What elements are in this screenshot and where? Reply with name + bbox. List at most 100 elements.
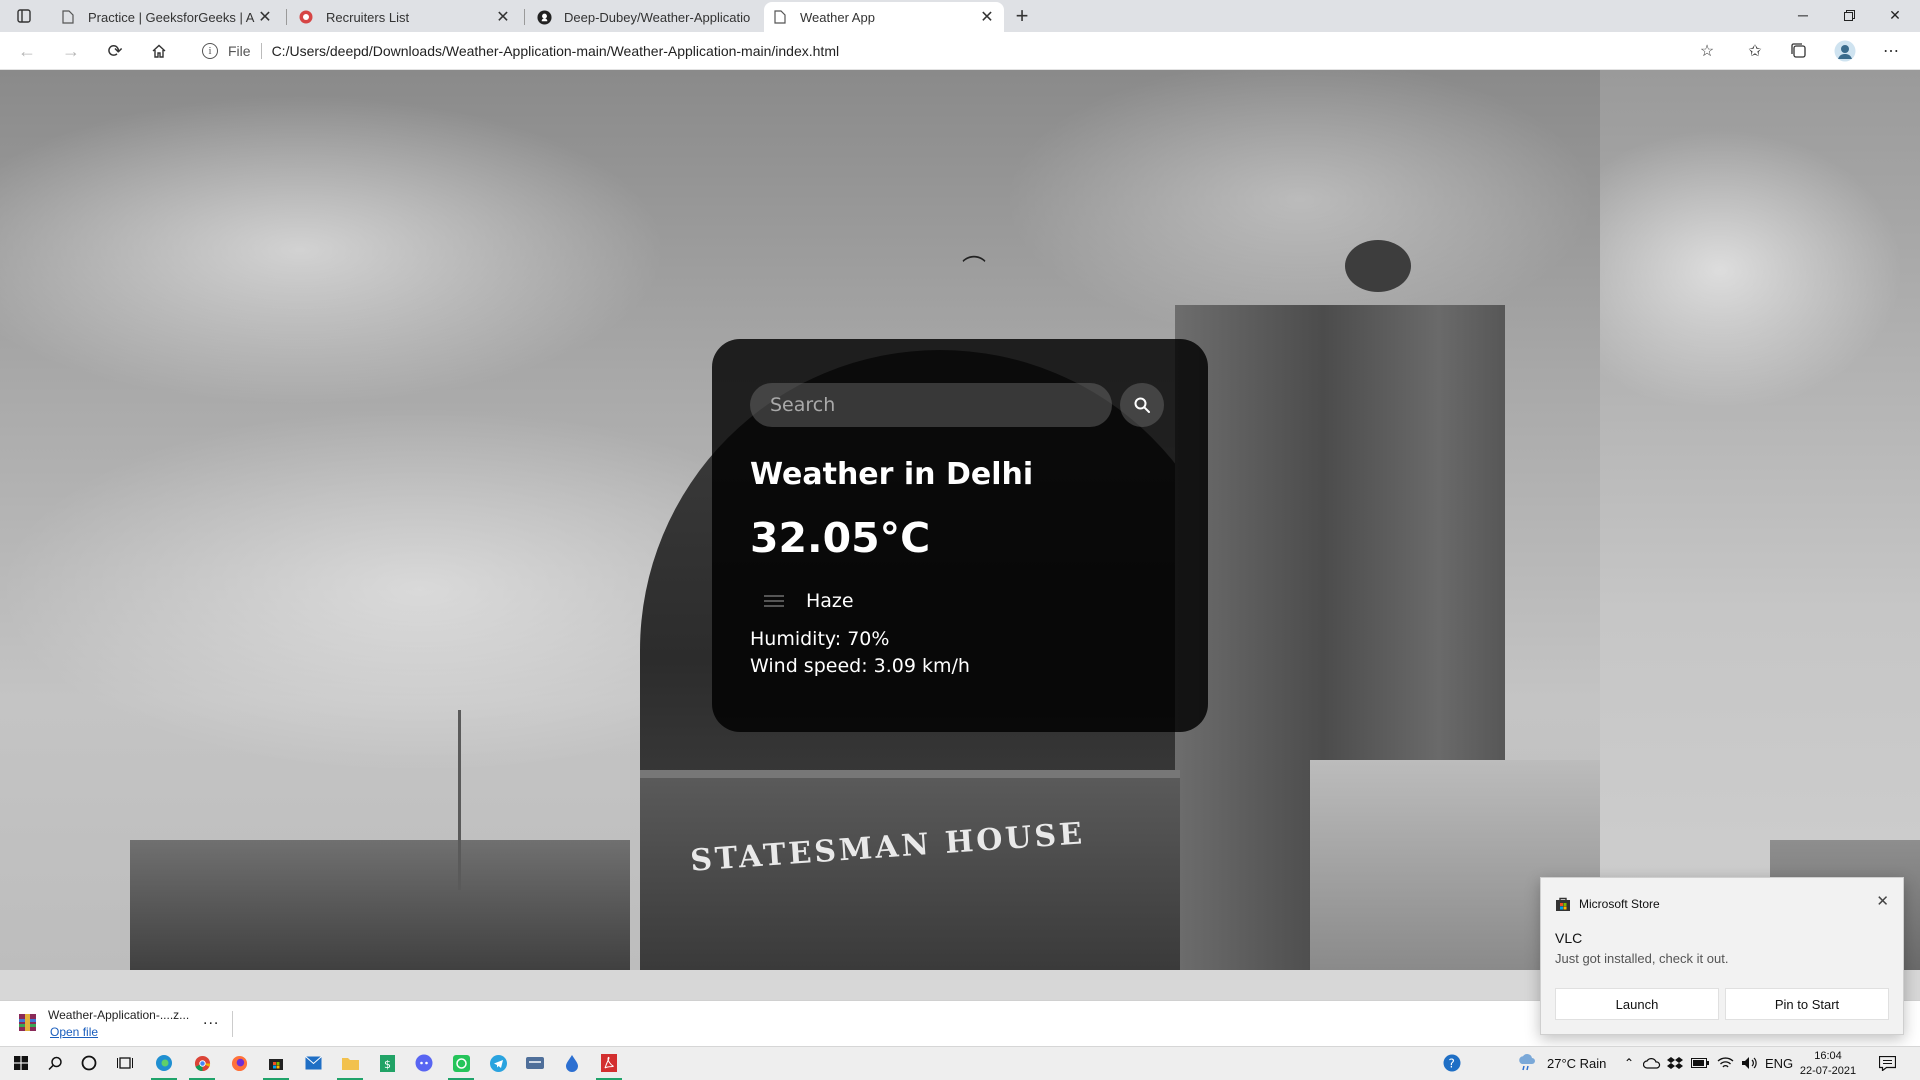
- folder-icon: [341, 1058, 359, 1070]
- taskbar-chrome[interactable]: [191, 1052, 213, 1074]
- onedrive-icon[interactable]: [1641, 1052, 1663, 1074]
- svg-text:$: $: [384, 1058, 391, 1071]
- tab-github-repo[interactable]: Deep-Dubey/Weather-Applicatio: [528, 2, 762, 32]
- open-file-link[interactable]: Open file: [50, 1025, 98, 1039]
- input-language[interactable]: ENG: [1765, 1056, 1793, 1071]
- taskbar-drop-app[interactable]: [561, 1052, 583, 1074]
- toast-app-name: Microsoft Store: [1579, 897, 1660, 911]
- satellite-dish: [1345, 240, 1411, 292]
- dropbox-icon[interactable]: [1664, 1052, 1686, 1074]
- app-icon: $: [379, 1054, 395, 1072]
- page-icon: [60, 9, 76, 25]
- minimize-button[interactable]: ─: [1780, 0, 1826, 30]
- taskbar-mail[interactable]: [302, 1052, 324, 1074]
- search-button[interactable]: [1120, 383, 1164, 427]
- search-icon: [1134, 397, 1150, 413]
- window-close-button[interactable]: ✕: [1872, 0, 1918, 30]
- volume-icon[interactable]: [1738, 1052, 1760, 1074]
- task-view-button[interactable]: [114, 1052, 136, 1074]
- tab-geeksforgeeks[interactable]: Practice | GeeksforGeeks | A com ✕: [52, 2, 282, 32]
- cortana-button[interactable]: [78, 1052, 100, 1074]
- maximize-button[interactable]: [1826, 0, 1872, 30]
- file-scheme-label: File: [228, 43, 251, 59]
- taskbar-telegram[interactable]: [487, 1052, 509, 1074]
- add-favorite-button[interactable]: ☆: [1694, 39, 1720, 63]
- back-button[interactable]: ←: [14, 39, 40, 63]
- forward-button[interactable]: →: [58, 39, 84, 63]
- keyboard-icon: [526, 1057, 544, 1069]
- close-icon[interactable]: ✕: [256, 8, 274, 26]
- wifi-icon[interactable]: [1714, 1052, 1736, 1074]
- arrow-left-icon: ←: [18, 40, 36, 61]
- wind-speed: Wind speed: 3.09 km/h: [750, 655, 970, 677]
- address-divider: [260, 43, 262, 59]
- close-icon[interactable]: ✕: [1876, 892, 1889, 910]
- pin-to-start-button[interactable]: Pin to Start: [1725, 988, 1889, 1020]
- tab-divider: [286, 9, 287, 25]
- taskbar-edge[interactable]: [153, 1052, 175, 1074]
- store-icon: [1556, 897, 1570, 911]
- taskbar-keyboard-app[interactable]: [524, 1052, 546, 1074]
- store-icon: [269, 1059, 283, 1070]
- close-icon[interactable]: ✕: [494, 8, 512, 26]
- tab-title: Recruiters List: [326, 9, 410, 25]
- battery-icon[interactable]: [1689, 1052, 1711, 1074]
- humidity: Humidity: 70%: [750, 628, 890, 650]
- new-tab-button[interactable]: +: [1010, 3, 1034, 28]
- tab-actions-icon: [17, 9, 31, 23]
- tab-weather-app[interactable]: Weather App ✕: [764, 2, 1004, 32]
- download-more-button[interactable]: ...: [203, 1011, 219, 1029]
- taskbar-firefox[interactable]: [228, 1052, 250, 1074]
- haze-icon: [750, 586, 798, 616]
- tab-actions-button[interactable]: [12, 6, 36, 26]
- weather-rain-icon[interactable]: [1516, 1052, 1538, 1074]
- collections-button[interactable]: [1786, 39, 1812, 63]
- taskbar-file-explorer[interactable]: [339, 1052, 361, 1074]
- profile-button[interactable]: [1832, 39, 1858, 63]
- close-icon[interactable]: ✕: [978, 8, 996, 26]
- settings-more-button[interactable]: ⋯: [1878, 39, 1904, 63]
- antenna-mast: [458, 710, 461, 890]
- city-heading: Weather in Delhi: [750, 457, 1034, 492]
- download-file-name[interactable]: Weather-Application-....z...: [48, 1008, 189, 1022]
- search-button[interactable]: [44, 1052, 66, 1074]
- reload-button[interactable]: ⟳: [102, 39, 128, 63]
- plus-icon: +: [1015, 3, 1029, 28]
- help-icon[interactable]: ?: [1441, 1052, 1463, 1074]
- svg-text:?: ?: [1449, 1057, 1455, 1071]
- taskbar-acrobat[interactable]: [598, 1052, 620, 1074]
- taskbar-whatsapp[interactable]: [450, 1052, 472, 1074]
- favorites-button[interactable]: ✩: [1742, 39, 1768, 63]
- taskbar-store[interactable]: [265, 1052, 287, 1074]
- page-viewport: STATESMAN HOUSE ⌒ Weather in Delhi 32.05…: [0, 70, 1920, 1000]
- arrow-right-icon: →: [62, 40, 80, 61]
- edge-icon: [156, 1055, 172, 1071]
- record-icon: [298, 9, 314, 25]
- restore-icon: [1843, 9, 1855, 21]
- tab-title: Deep-Dubey/Weather-Applicatio: [564, 9, 751, 25]
- archive-file-icon: [19, 1014, 36, 1031]
- notifications-button[interactable]: [1876, 1052, 1898, 1074]
- firefox-icon: [231, 1055, 247, 1071]
- search-input[interactable]: [750, 383, 1112, 427]
- description-row: Haze: [750, 586, 1170, 616]
- search-row: [750, 383, 1170, 427]
- weather-widget-text[interactable]: 27°C Rain: [1547, 1056, 1606, 1071]
- star-add-icon: ☆: [1699, 43, 1715, 60]
- info-icon[interactable]: i: [202, 43, 218, 59]
- home-button[interactable]: [146, 39, 172, 63]
- mail-icon: [304, 1056, 322, 1070]
- discord-icon: [415, 1054, 433, 1072]
- address-url[interactable]: C:/Users/deepd/Downloads/Weather-Applica…: [272, 43, 840, 59]
- task-view-icon: [117, 1057, 133, 1069]
- tab-title: Practice | GeeksforGeeks | A com: [88, 9, 256, 25]
- tray-chevron-icon[interactable]: ⌃: [1618, 1052, 1640, 1074]
- tab-recruiters-list[interactable]: Recruiters List ✕: [290, 2, 520, 32]
- taskbar-discord[interactable]: [413, 1052, 435, 1074]
- clock[interactable]: 16:04 22-07-2021: [1796, 1049, 1860, 1079]
- address-bar[interactable]: i File C:/Users/deepd/Downloads/Weather-…: [190, 37, 1710, 65]
- background-photo-tile: [1600, 70, 1920, 970]
- taskbar-app-green[interactable]: $: [376, 1052, 398, 1074]
- launch-button[interactable]: Launch: [1555, 988, 1719, 1020]
- start-button[interactable]: [10, 1052, 32, 1074]
